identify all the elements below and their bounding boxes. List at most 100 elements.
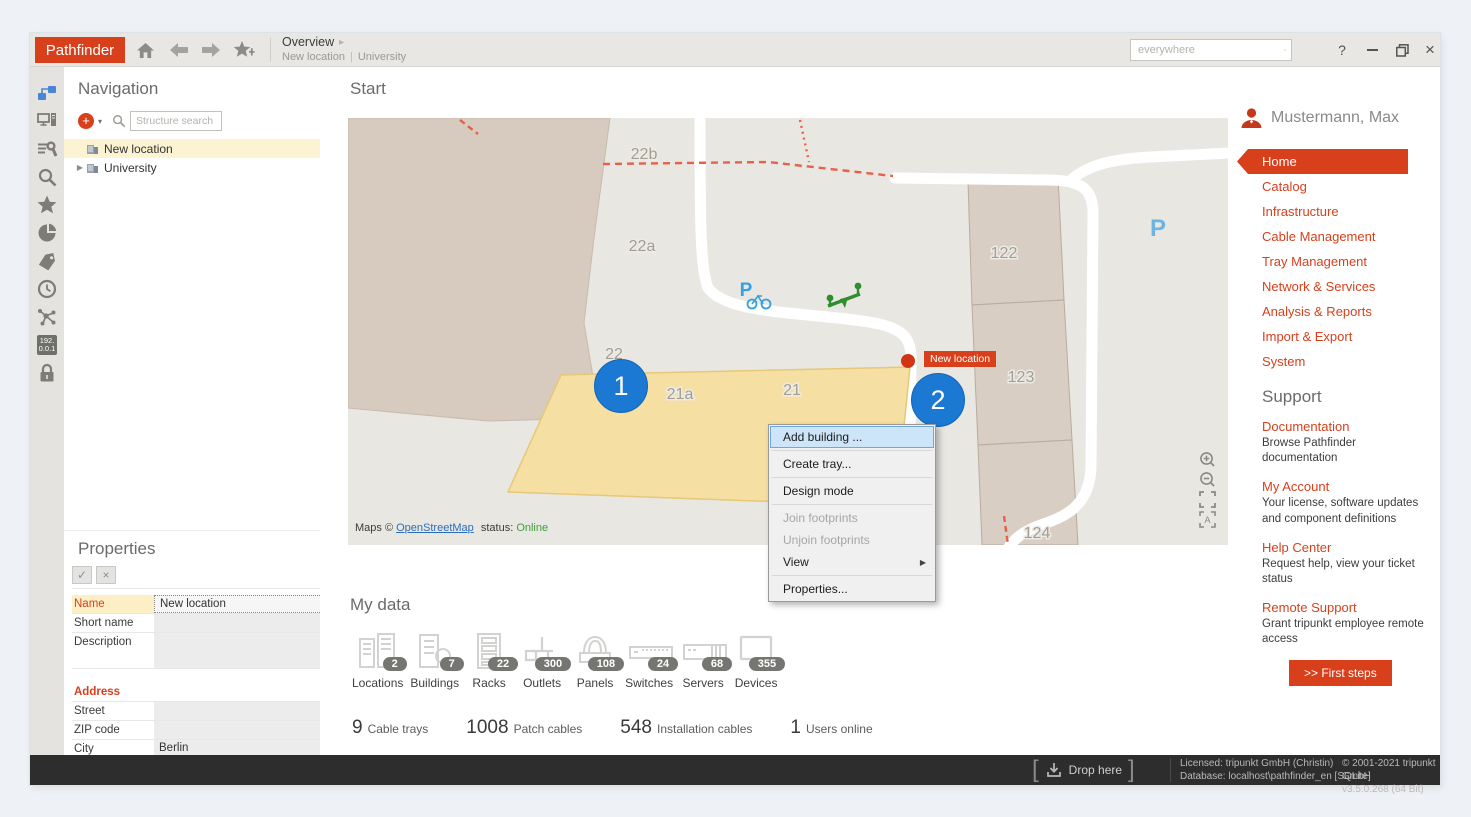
pathfinder-menu-button[interactable]: Pathfinder — [35, 37, 125, 63]
breadcrumb-item-new-location[interactable]: New location — [282, 51, 345, 63]
map-building-122 — [968, 176, 1064, 305]
structure-search-input[interactable] — [130, 111, 222, 131]
clock-icon — [37, 279, 57, 299]
home-button[interactable] — [134, 41, 156, 59]
zoom-in-button[interactable] — [1199, 451, 1216, 468]
menu-home[interactable]: Home — [1237, 149, 1408, 174]
auto-frame-button[interactable]: A — [1199, 511, 1216, 528]
breadcrumb-item-university[interactable]: University — [358, 51, 406, 63]
menu-tray-management[interactable]: Tray Management — [1237, 249, 1440, 274]
location-icon — [86, 161, 99, 174]
map-controls: A — [1199, 451, 1216, 528]
zip-field[interactable] — [154, 721, 334, 739]
reports-button[interactable] — [34, 221, 60, 244]
breadcrumb[interactable]: Overview ▸ New location|University — [282, 35, 406, 63]
tile-servers[interactable]: 68 Servers — [680, 633, 726, 690]
support-documentation[interactable]: Documentation Browse Pathfinder document… — [1262, 419, 1434, 466]
menu-item-design-mode[interactable]: Design mode — [770, 480, 934, 502]
location-marker-dot[interactable] — [901, 354, 915, 368]
structure-navigation-button[interactable] — [34, 81, 60, 104]
menu-catalog[interactable]: Catalog — [1237, 174, 1440, 199]
add-structure-button[interactable]: + — [78, 113, 94, 129]
tile-locations[interactable]: 2 Locations — [352, 633, 403, 690]
minimize-button[interactable] — [1360, 41, 1384, 59]
menu-cable-management[interactable]: Cable Management — [1237, 224, 1440, 249]
global-search-input[interactable] — [1131, 44, 1284, 56]
user-name: Mustermann, Max — [1271, 109, 1399, 127]
name-field[interactable]: New location — [154, 595, 334, 613]
map-attribution: Maps © OpenStreetMap status: Online — [355, 522, 548, 534]
structure-search-icon — [112, 114, 126, 128]
search-module-button[interactable] — [34, 165, 60, 188]
properties-table: Name New location Short name Description… — [72, 595, 334, 755]
tile-devices[interactable]: 355 Devices — [733, 633, 779, 690]
menu-analysis-reports[interactable]: Analysis & Reports — [1237, 299, 1440, 324]
favorites-button[interactable] — [34, 193, 60, 216]
tile-racks[interactable]: 22 Racks — [466, 633, 512, 690]
description-field[interactable] — [154, 633, 334, 668]
help-button[interactable]: ? — [1330, 41, 1354, 59]
menu-item-add-building[interactable]: Add building ... — [770, 426, 934, 448]
copyright-info: © 2001-2021 tripunkt GmbH v3.5.0.268 (64… — [1342, 757, 1440, 796]
tile-switches[interactable]: 24 Switches — [625, 633, 673, 690]
user-account[interactable]: Mustermann, Max — [1240, 107, 1399, 129]
tags-button[interactable] — [34, 249, 60, 272]
ip-addresses-button[interactable]: 192.0.0.1 — [34, 333, 60, 356]
location-icon — [86, 142, 99, 155]
map-context-menu: Add building ... Create tray... Design m… — [768, 424, 936, 602]
star-icon — [37, 195, 57, 215]
apply-button[interactable]: ✓ — [72, 566, 92, 584]
short-name-field[interactable] — [154, 614, 334, 632]
menu-network-services[interactable]: Network & Services — [1237, 274, 1440, 299]
menu-import-export[interactable]: Import & Export — [1237, 324, 1440, 349]
location-marker-label[interactable]: New location — [924, 351, 996, 367]
city-field[interactable]: Berlin — [154, 740, 334, 755]
drop-download-icon — [1045, 761, 1063, 779]
openstreetmap-link[interactable]: OpenStreetMap — [396, 522, 474, 534]
property-row-street: Street — [72, 702, 334, 721]
topology-button[interactable] — [34, 305, 60, 328]
tile-outlets[interactable]: 300 Outlets — [519, 633, 565, 690]
search-icon[interactable] — [1284, 42, 1286, 58]
zoom-out-button[interactable] — [1199, 471, 1216, 488]
arrow-left-icon — [170, 43, 188, 57]
history-button[interactable] — [34, 277, 60, 300]
support-help-center[interactable]: Help Center Request help, view your tick… — [1262, 540, 1434, 587]
add-dropdown-caret-icon[interactable]: ▾ — [98, 117, 102, 126]
support-remote-support[interactable]: Remote Support Grant tripunkt employee r… — [1262, 600, 1434, 647]
tree-item-university[interactable]: ▶ University — [64, 158, 349, 177]
discard-button[interactable]: × — [96, 566, 116, 584]
app-window: Pathfinder Overview ▸ New location|Unive… — [30, 33, 1440, 785]
menu-item-join-footprints: Join footprints — [770, 507, 934, 529]
fit-view-button[interactable] — [1199, 491, 1216, 508]
street-field[interactable] — [154, 702, 334, 720]
menu-item-properties[interactable]: Properties... — [770, 578, 934, 600]
workplaces-button[interactable] — [34, 109, 60, 132]
menu-system[interactable]: System — [1237, 349, 1440, 374]
home-sidebar: Mustermann, Max Home Catalog Infrastruct… — [1237, 67, 1440, 755]
security-button[interactable] — [34, 361, 60, 384]
first-steps-button[interactable]: >> First steps — [1289, 660, 1392, 686]
back-button[interactable] — [168, 41, 190, 59]
menu-separator — [772, 477, 932, 478]
configuration-button[interactable] — [34, 137, 60, 160]
menu-separator — [772, 450, 932, 451]
forward-button[interactable] — [200, 41, 222, 59]
structure-icon — [37, 83, 57, 103]
breadcrumb-title: Overview — [282, 35, 334, 49]
add-favorite-button[interactable] — [232, 41, 258, 59]
tree-item-new-location[interactable]: New location — [64, 139, 349, 158]
menu-item-view[interactable]: View▶ — [770, 551, 934, 573]
structure-tree: New location ▶ University — [64, 139, 349, 177]
tile-buildings[interactable]: 7 Buildings — [410, 633, 459, 690]
menu-infrastructure[interactable]: Infrastructure — [1237, 199, 1440, 224]
properties-title: Properties — [78, 539, 155, 559]
drop-zone[interactable]: [ Drop here ] — [1032, 756, 1135, 784]
restore-button[interactable] — [1390, 41, 1414, 59]
close-button[interactable]: × — [1418, 41, 1442, 59]
menu-item-create-tray[interactable]: Create tray... — [770, 453, 934, 475]
tile-panels[interactable]: 108 Panels — [572, 633, 618, 690]
navigation-title: Navigation — [78, 79, 158, 99]
support-my-account[interactable]: My Account Your license, software update… — [1262, 479, 1434, 526]
tree-expander-icon[interactable]: ▶ — [74, 163, 86, 172]
